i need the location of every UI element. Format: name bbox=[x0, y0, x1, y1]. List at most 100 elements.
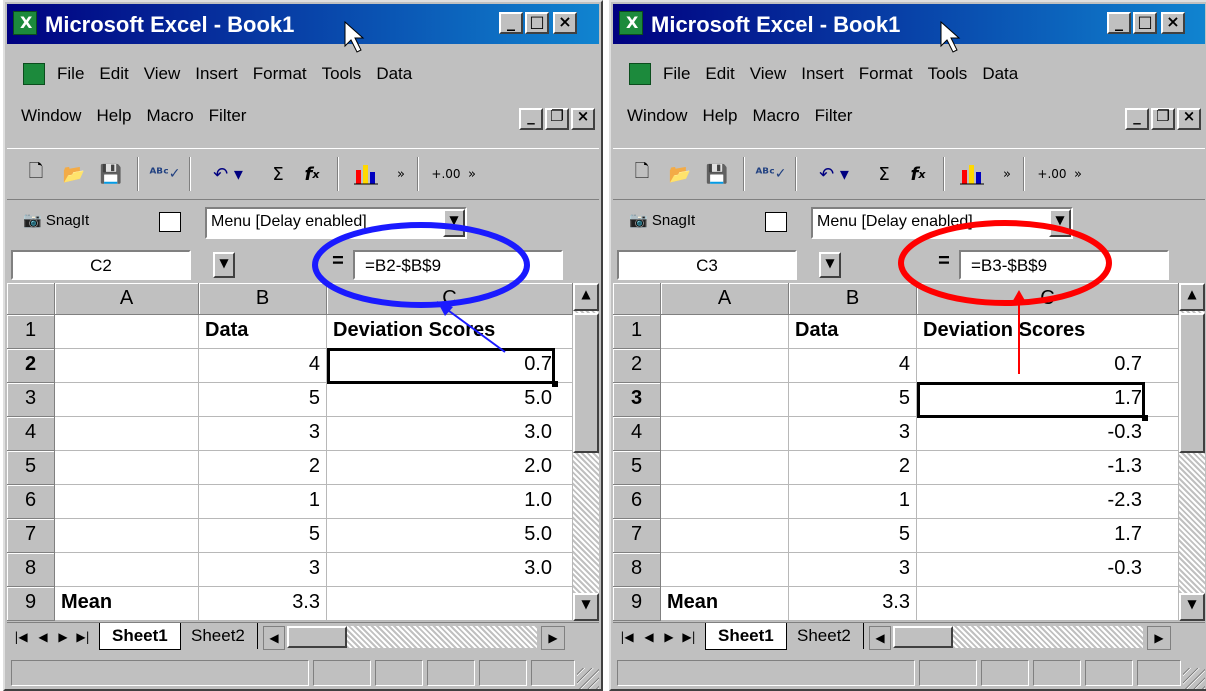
workbook-icon[interactable] bbox=[23, 63, 45, 85]
cell-c9[interactable] bbox=[917, 587, 1179, 621]
menu-macro[interactable]: Macro bbox=[146, 106, 193, 126]
minimize-button[interactable]: _ bbox=[499, 12, 523, 34]
cell-c7[interactable]: 1.7 bbox=[917, 519, 1179, 553]
next-sheet-icon[interactable]: ▶ bbox=[53, 626, 73, 648]
column-header-c[interactable]: C bbox=[327, 283, 573, 315]
menu-window[interactable]: Window bbox=[21, 106, 81, 126]
cell-b9[interactable]: 3.3 bbox=[789, 587, 917, 621]
row-header[interactable]: 9 bbox=[613, 587, 661, 621]
row-header[interactable]: 2 bbox=[613, 349, 661, 383]
name-box-dropdown[interactable]: ▼ bbox=[213, 252, 235, 278]
menu-insert[interactable]: Insert bbox=[801, 64, 844, 84]
row-header[interactable]: 3 bbox=[613, 383, 661, 417]
hscroll-thumb[interactable] bbox=[893, 626, 953, 648]
spelling-icon[interactable]: ᴬᴮᶜ✓ bbox=[149, 159, 180, 189]
doc-minimize-button[interactable]: _ bbox=[1125, 107, 1149, 130]
snagit-properties-icon[interactable] bbox=[765, 212, 787, 232]
tab-sheet2[interactable]: Sheet2 bbox=[179, 623, 258, 649]
new-icon[interactable]: 🗋 bbox=[629, 159, 655, 189]
function-icon[interactable]: fx bbox=[905, 159, 931, 189]
increase-decimal-icon[interactable]: +.00 bbox=[429, 159, 463, 189]
maximize-button[interactable]: □ bbox=[1133, 12, 1157, 34]
fill-handle[interactable] bbox=[552, 381, 558, 387]
cell-a5[interactable] bbox=[55, 451, 199, 485]
scroll-thumb[interactable] bbox=[573, 313, 599, 453]
cell-c6[interactable]: -2.3 bbox=[917, 485, 1179, 519]
menu-window[interactable]: Window bbox=[627, 106, 687, 126]
menu-edit[interactable]: Edit bbox=[99, 64, 128, 84]
select-all-corner[interactable] bbox=[7, 283, 55, 315]
save-icon[interactable]: 💾 bbox=[97, 159, 125, 189]
scroll-right-icon[interactable]: ▶ bbox=[541, 626, 565, 650]
column-header-a[interactable]: A bbox=[55, 283, 199, 315]
scroll-up-button[interactable]: ▲ bbox=[573, 283, 599, 311]
prev-sheet-icon[interactable]: ◀ bbox=[33, 626, 53, 648]
cell-a8[interactable] bbox=[661, 553, 789, 587]
name-box-dropdown[interactable]: ▼ bbox=[819, 252, 841, 278]
cell-b6[interactable]: 1 bbox=[199, 485, 327, 519]
menu-file[interactable]: File bbox=[57, 64, 84, 84]
cell-b6[interactable]: 1 bbox=[789, 485, 917, 519]
row-header[interactable]: 5 bbox=[613, 451, 661, 485]
scroll-down-button[interactable]: ▼ bbox=[1179, 593, 1205, 621]
cell-a2[interactable] bbox=[55, 349, 199, 383]
cell-c4[interactable]: 3.0 bbox=[327, 417, 573, 451]
cell-c1[interactable]: Deviation Scores bbox=[327, 315, 573, 349]
cell-b3[interactable]: 5 bbox=[199, 383, 327, 417]
horizontal-scrollbar[interactable] bbox=[347, 626, 537, 648]
column-header-b[interactable]: B bbox=[789, 283, 917, 315]
menu-format[interactable]: Format bbox=[253, 64, 307, 84]
maximize-button[interactable]: □ bbox=[525, 12, 549, 34]
resize-grip-icon[interactable] bbox=[577, 668, 599, 689]
chart-wizard-icon[interactable] bbox=[351, 159, 381, 189]
cell-c4[interactable]: -0.3 bbox=[917, 417, 1179, 451]
fill-handle[interactable] bbox=[1142, 415, 1148, 421]
row-header[interactable]: 7 bbox=[7, 519, 55, 553]
excel-app-icon[interactable] bbox=[619, 11, 643, 35]
row-header[interactable]: 4 bbox=[613, 417, 661, 451]
first-sheet-icon[interactable]: |◀ bbox=[617, 626, 637, 648]
row-header[interactable]: 9 bbox=[7, 587, 55, 621]
doc-restore-button[interactable]: ❐ bbox=[545, 107, 569, 130]
cell-c1[interactable]: Deviation Scores bbox=[917, 315, 1179, 349]
snagit-properties-icon[interactable] bbox=[159, 212, 181, 232]
cell-c2[interactable]: 0.7 bbox=[917, 349, 1179, 383]
menu-tools[interactable]: Tools bbox=[322, 64, 362, 84]
menu-filter[interactable]: Filter bbox=[815, 106, 853, 126]
minimize-button[interactable]: _ bbox=[1107, 12, 1131, 34]
snagit-button[interactable]: 📷 SnagIt bbox=[629, 211, 695, 229]
cell-a1[interactable] bbox=[661, 315, 789, 349]
cell-c6[interactable]: 1.0 bbox=[327, 485, 573, 519]
menu-help[interactable]: Help bbox=[702, 106, 737, 126]
scroll-down-button[interactable]: ▼ bbox=[573, 593, 599, 621]
scroll-right-icon[interactable]: ▶ bbox=[1147, 626, 1171, 650]
more-buttons-icon[interactable]: » bbox=[465, 159, 479, 189]
horizontal-scrollbar[interactable] bbox=[953, 626, 1143, 648]
doc-restore-button[interactable]: ❐ bbox=[1151, 107, 1175, 130]
close-button[interactable]: × bbox=[553, 12, 577, 34]
row-header[interactable]: 7 bbox=[613, 519, 661, 553]
cell-b5[interactable]: 2 bbox=[789, 451, 917, 485]
column-header-c[interactable]: C bbox=[917, 283, 1179, 315]
next-sheet-icon[interactable]: ▶ bbox=[659, 626, 679, 648]
row-header[interactable]: 1 bbox=[7, 315, 55, 349]
menu-view[interactable]: View bbox=[750, 64, 787, 84]
column-header-a[interactable]: A bbox=[661, 283, 789, 315]
cell-b1[interactable]: Data bbox=[199, 315, 327, 349]
formula-input[interactable]: =B3-$B$9 bbox=[959, 250, 1169, 280]
cell-b9[interactable]: 3.3 bbox=[199, 587, 327, 621]
menu-filter[interactable]: Filter bbox=[209, 106, 247, 126]
first-sheet-icon[interactable]: |◀ bbox=[11, 626, 31, 648]
cell-a4[interactable] bbox=[661, 417, 789, 451]
cell-a4[interactable] bbox=[55, 417, 199, 451]
tab-sheet2[interactable]: Sheet2 bbox=[785, 623, 864, 649]
last-sheet-icon[interactable]: ▶| bbox=[73, 626, 93, 648]
excel-app-icon[interactable] bbox=[13, 11, 37, 35]
undo-icon[interactable]: ↶ ▾ bbox=[203, 159, 253, 189]
cell-c9[interactable] bbox=[327, 587, 573, 621]
row-header[interactable]: 8 bbox=[7, 553, 55, 587]
name-box[interactable]: C3 bbox=[617, 250, 797, 280]
snagit-dropdown-button[interactable]: ▼ bbox=[443, 209, 465, 237]
vertical-scrollbar[interactable]: ▲ ▼ bbox=[1179, 283, 1205, 621]
doc-minimize-button[interactable]: _ bbox=[519, 107, 543, 130]
